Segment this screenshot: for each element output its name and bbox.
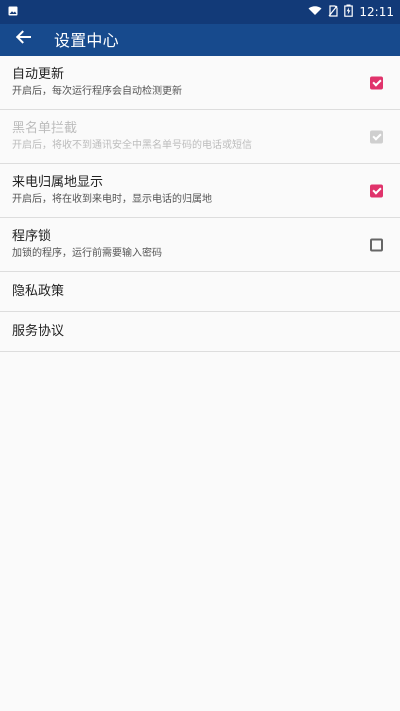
back-arrow-icon [15, 29, 31, 49]
setting-title: 程序锁 [12, 229, 52, 244]
settings-list: 自动更新 开启后，每次运行程序会自动检测更新 黑名单拦截 开启后，将收不到通讯安… [0, 56, 400, 352]
setting-blacklist-block: 黑名单拦截 开启后，将收不到通讯安全中黑名单号码的电话或短信 [0, 110, 400, 164]
no-sim-icon [328, 4, 339, 20]
check-icon [371, 185, 382, 195]
privacy-policy-label: 隐私政策 [12, 283, 65, 299]
setting-title: 自动更新 [12, 67, 65, 82]
setting-subtitle: 开启后，将收不到通讯安全中黑名单号码的电话或短信 [12, 140, 252, 151]
status-right: 12:11 [308, 4, 394, 20]
battery-charging-icon [344, 4, 354, 20]
app-lock-checkbox[interactable] [370, 238, 383, 251]
status-left [8, 5, 18, 19]
setting-auto-update[interactable]: 自动更新 开启后，每次运行程序会自动检测更新 [0, 56, 400, 110]
service-agreement-link[interactable]: 服务协议 [0, 312, 400, 352]
page-title: 设置中心 [54, 31, 119, 50]
image-icon [8, 5, 18, 19]
service-agreement-label: 服务协议 [12, 323, 65, 339]
setting-app-lock[interactable]: 程序锁 加锁的程序，运行前需要输入密码 [0, 218, 400, 272]
status-bar: 12:11 [0, 0, 400, 24]
caller-location-checkbox[interactable] [370, 184, 383, 197]
setting-caller-location[interactable]: 来电归属地显示 开启后，将在收到来电时，显示电话的归属地 [0, 164, 400, 218]
setting-title: 来电归属地显示 [12, 175, 104, 190]
status-time: 12:11 [359, 5, 394, 19]
check-icon [371, 131, 382, 141]
privacy-policy-link[interactable]: 隐私政策 [0, 272, 400, 312]
check-icon [371, 77, 382, 87]
back-button[interactable] [12, 28, 34, 50]
setting-title: 黑名单拦截 [12, 121, 78, 136]
blacklist-block-checkbox [370, 130, 383, 143]
app-bar: 设置中心 [0, 24, 400, 56]
auto-update-checkbox[interactable] [370, 76, 383, 89]
setting-subtitle: 加锁的程序，运行前需要输入密码 [12, 248, 162, 259]
setting-subtitle: 开启后，将在收到来电时，显示电话的归属地 [12, 194, 212, 205]
setting-subtitle: 开启后，每次运行程序会自动检测更新 [12, 86, 182, 97]
wifi-icon [308, 5, 322, 19]
